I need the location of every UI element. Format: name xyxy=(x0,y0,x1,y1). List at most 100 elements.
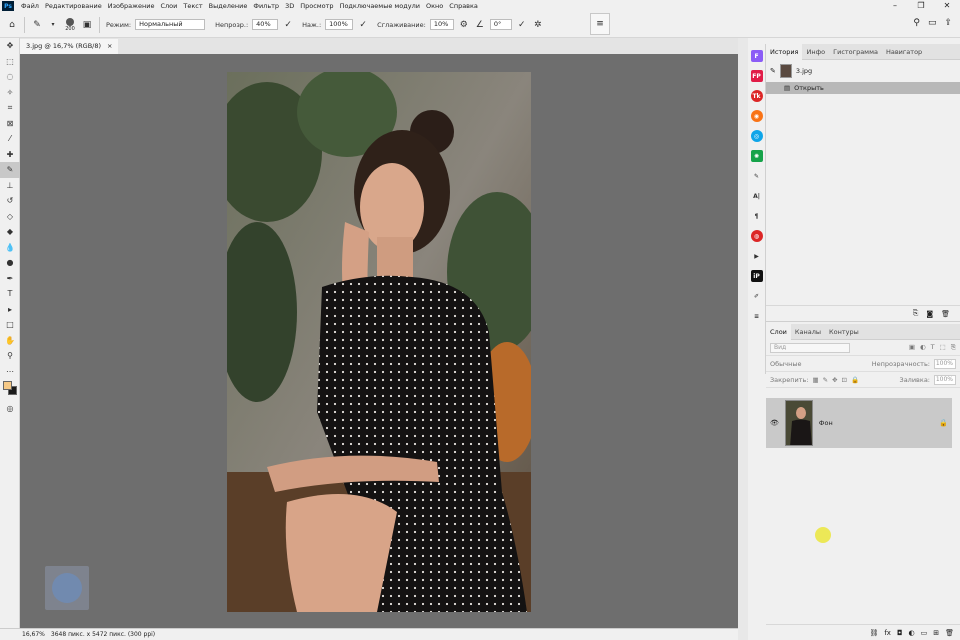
document-image[interactable] xyxy=(227,72,531,612)
new-group-icon[interactable]: ▭ xyxy=(921,629,928,637)
character-icon[interactable]: A| xyxy=(751,190,763,202)
plugin-orange-icon[interactable]: ◉ xyxy=(750,110,763,122)
add-mask-icon[interactable]: ◘ xyxy=(897,629,903,637)
zoom-tool-icon[interactable]: ⚲ xyxy=(0,348,20,364)
shape-tool-icon[interactable]: □ xyxy=(0,317,20,333)
workspace-icon[interactable]: ▭ xyxy=(928,18,937,28)
fx-icon[interactable]: fx xyxy=(884,629,891,637)
lock-position-icon[interactable]: ✥ xyxy=(832,376,837,384)
zoom-level[interactable]: 16,67% xyxy=(22,629,45,640)
plugin-red-circle-icon[interactable]: ◍ xyxy=(750,230,763,242)
plugin-color-wheel-icon[interactable]: ✺ xyxy=(750,150,763,162)
symmetry-icon[interactable]: ✲ xyxy=(532,19,544,31)
tab-info[interactable]: Инфо xyxy=(802,44,829,60)
quick-select-tool-icon[interactable]: ✧ xyxy=(0,85,20,101)
eyedropper-tool-icon[interactable]: ⁄ xyxy=(0,131,20,147)
lock-transparency-icon[interactable]: ▦ xyxy=(812,376,818,384)
layer-filter-select[interactable]: Вид xyxy=(770,342,850,353)
blend-mode-select[interactable]: Обычные xyxy=(770,360,850,368)
menu-image[interactable]: Изображение xyxy=(105,2,158,10)
healing-tool-icon[interactable]: ✚ xyxy=(0,147,20,163)
menu-type[interactable]: Текст xyxy=(180,2,205,10)
crop-tool-icon[interactable]: ⌗ xyxy=(0,100,20,116)
tab-layers[interactable]: Слои xyxy=(766,323,791,340)
document-tab[interactable]: 3.jpg @ 16,7% (RGB/8) × xyxy=(20,39,119,54)
brushes-panel-icon[interactable]: ≡ xyxy=(751,310,763,322)
blur-tool-icon[interactable]: 💧 xyxy=(0,240,20,256)
foreground-color-swatch[interactable] xyxy=(3,381,12,390)
layer-opacity-field[interactable]: 100% xyxy=(934,358,956,369)
adjustment-layer-icon[interactable]: ◐ xyxy=(909,629,915,637)
menu-select[interactable]: Выделение xyxy=(206,2,251,10)
filter-smart-icon[interactable]: ⎘ xyxy=(951,343,956,352)
brush-settings-icon[interactable]: ▣ xyxy=(81,19,93,31)
hand-tool-icon[interactable]: ✋ xyxy=(0,333,20,349)
pen-tool-icon[interactable]: ✒ xyxy=(0,271,20,287)
canvas-area[interactable] xyxy=(20,54,738,628)
plugin-fp-icon[interactable]: F xyxy=(750,50,763,62)
paint-bucket-tool-icon[interactable]: ◆ xyxy=(0,224,20,240)
menu-plugins[interactable]: Подключаемые модули xyxy=(337,2,423,10)
trash-icon[interactable]: 🗑 xyxy=(945,629,954,637)
link-layers-icon[interactable]: ⛓ xyxy=(869,629,878,637)
history-state-open[interactable]: ▤ Открыть xyxy=(766,82,960,94)
menu-edit[interactable]: Редактирование xyxy=(42,2,105,10)
layer-name[interactable]: Фон xyxy=(819,419,833,427)
lock-artboard-icon[interactable]: ⊡ xyxy=(842,376,847,384)
flow-field[interactable]: 100% xyxy=(325,19,354,30)
menu-filter[interactable]: Фильтр xyxy=(250,2,282,10)
tab-navigator[interactable]: Навигатор xyxy=(882,44,926,60)
menu-view[interactable]: Просмотр xyxy=(297,2,336,10)
actions-icon[interactable]: ✎ xyxy=(751,170,763,182)
angle-field[interactable]: 0° xyxy=(489,19,512,30)
minimize-icon[interactable]: – xyxy=(882,0,908,12)
menu-file[interactable]: Файл xyxy=(18,2,42,10)
tab-channels[interactable]: Каналы xyxy=(791,324,825,340)
plugin-blue-icon[interactable]: ◎ xyxy=(750,130,763,142)
eraser-tool-icon[interactable]: ◇ xyxy=(0,209,20,225)
mode-select[interactable]: Нормальный xyxy=(135,19,206,30)
gear-icon[interactable]: ⚙ xyxy=(458,19,470,31)
quick-mask-icon[interactable]: ◎ xyxy=(0,401,20,417)
filter-shape-icon[interactable]: ⬚ xyxy=(940,343,946,352)
restore-icon[interactable]: ❐ xyxy=(908,0,934,12)
new-layer-icon[interactable]: ⊞ xyxy=(933,629,939,637)
layer-background[interactable]: 👁 Фон 🔒 xyxy=(766,398,952,448)
menu-3d[interactable]: 3D xyxy=(282,2,297,10)
filter-pixel-icon[interactable]: ▣ xyxy=(909,343,915,352)
fill-field[interactable]: 100% xyxy=(934,374,956,385)
tab-histogram[interactable]: Гистограмма xyxy=(829,44,882,60)
lasso-tool-icon[interactable]: ◌ xyxy=(0,69,20,85)
smoothing-field[interactable]: 10% xyxy=(429,19,454,30)
plugin-fp-red-icon[interactable]: FP xyxy=(750,70,763,82)
brush-source-icon[interactable]: ✎ xyxy=(770,67,776,75)
brush-tool-icon[interactable]: ✎ xyxy=(0,162,20,178)
clone-stamp-tool-icon[interactable]: ⊥ xyxy=(0,178,20,194)
menu-window[interactable]: Окно xyxy=(423,2,446,10)
lock-all-icon[interactable]: 🔒 xyxy=(851,376,859,384)
eye-icon[interactable]: 👁 xyxy=(770,419,779,427)
opacity-field[interactable]: 40% xyxy=(252,19,279,30)
filter-adjust-icon[interactable]: ◐ xyxy=(920,343,926,352)
history-snapshot[interactable]: ✎ 3.jpg xyxy=(766,60,960,82)
color-swatches[interactable] xyxy=(0,379,20,401)
camera-icon[interactable]: ◙ xyxy=(926,310,933,318)
play-icon[interactable]: ▶ xyxy=(751,250,763,262)
tab-history[interactable]: История xyxy=(766,43,803,60)
more-tools-icon[interactable]: ⋯ xyxy=(0,364,20,380)
brush-settings-panel-icon[interactable]: ✐ xyxy=(751,290,763,302)
marquee-tool-icon[interactable]: ⬚ xyxy=(0,54,20,70)
pressure-size-icon[interactable]: ✓ xyxy=(516,19,528,31)
frame-tool-icon[interactable]: ⊠ xyxy=(0,116,20,132)
filter-type-icon[interactable]: T xyxy=(931,343,935,352)
brush-preset-picker[interactable]: 200 xyxy=(63,16,77,34)
menu-layers[interactable]: Слои xyxy=(157,2,180,10)
search-filter-button[interactable]: ≡ xyxy=(590,13,610,35)
move-tool-icon[interactable]: ✥ xyxy=(0,38,20,54)
type-tool-icon[interactable]: T xyxy=(0,286,20,302)
tab-close-icon[interactable]: × xyxy=(107,39,112,54)
share-icon[interactable]: ⇪ xyxy=(944,18,952,28)
new-document-from-state-icon[interactable]: ⎘ xyxy=(913,309,919,318)
home-icon[interactable]: ⌂ xyxy=(6,19,18,31)
path-select-tool-icon[interactable]: ▸ xyxy=(0,302,20,318)
